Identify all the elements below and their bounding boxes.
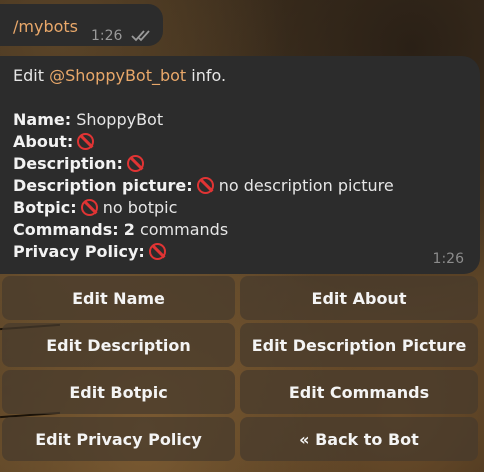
message-time: 1:26 <box>91 28 123 44</box>
edit-botpic-button[interactable]: Edit Botpic <box>2 370 235 414</box>
edit-about-button[interactable]: Edit About <box>240 276 478 320</box>
not-set-icon <box>148 243 166 260</box>
not-set-icon <box>126 155 144 172</box>
field-description-picture: Description picture: no description pict… <box>13 176 394 195</box>
incoming-message[interactable]: Edit @ShoppyBot_bot info. Name: ShoppyBo… <box>0 56 480 274</box>
field-about: About: <box>13 132 95 152</box>
edit-name-button[interactable]: Edit Name <box>2 276 235 320</box>
edit-commands-button[interactable]: Edit Commands <box>240 370 478 414</box>
intro-line: Edit @ShoppyBot_bot info. <box>13 66 227 85</box>
edit-privacy-policy-button[interactable]: Edit Privacy Policy <box>2 417 235 461</box>
not-set-icon <box>80 199 98 216</box>
double-check-icon <box>131 30 150 42</box>
field-description: Description: <box>13 154 144 174</box>
edit-description-picture-button[interactable]: Edit Description Picture <box>240 323 478 367</box>
field-name: Name: ShoppyBot <box>13 110 164 129</box>
message-time: 1:26 <box>432 251 464 267</box>
bot-mention-link[interactable]: @ShoppyBot_bot <box>49 66 186 85</box>
back-to-bot-button[interactable]: « Back to Bot <box>240 417 478 461</box>
not-set-icon <box>196 177 214 194</box>
not-set-icon <box>77 133 95 150</box>
message-text: /mybots <box>13 17 78 36</box>
field-botpic: Botpic: no botpic <box>13 198 178 217</box>
field-commands: Commands: 2 commands <box>13 220 229 239</box>
outgoing-message[interactable]: /mybots 1:26 <box>0 4 163 46</box>
edit-description-button[interactable]: Edit Description <box>2 323 235 367</box>
field-privacy-policy: Privacy Policy: <box>13 242 166 262</box>
